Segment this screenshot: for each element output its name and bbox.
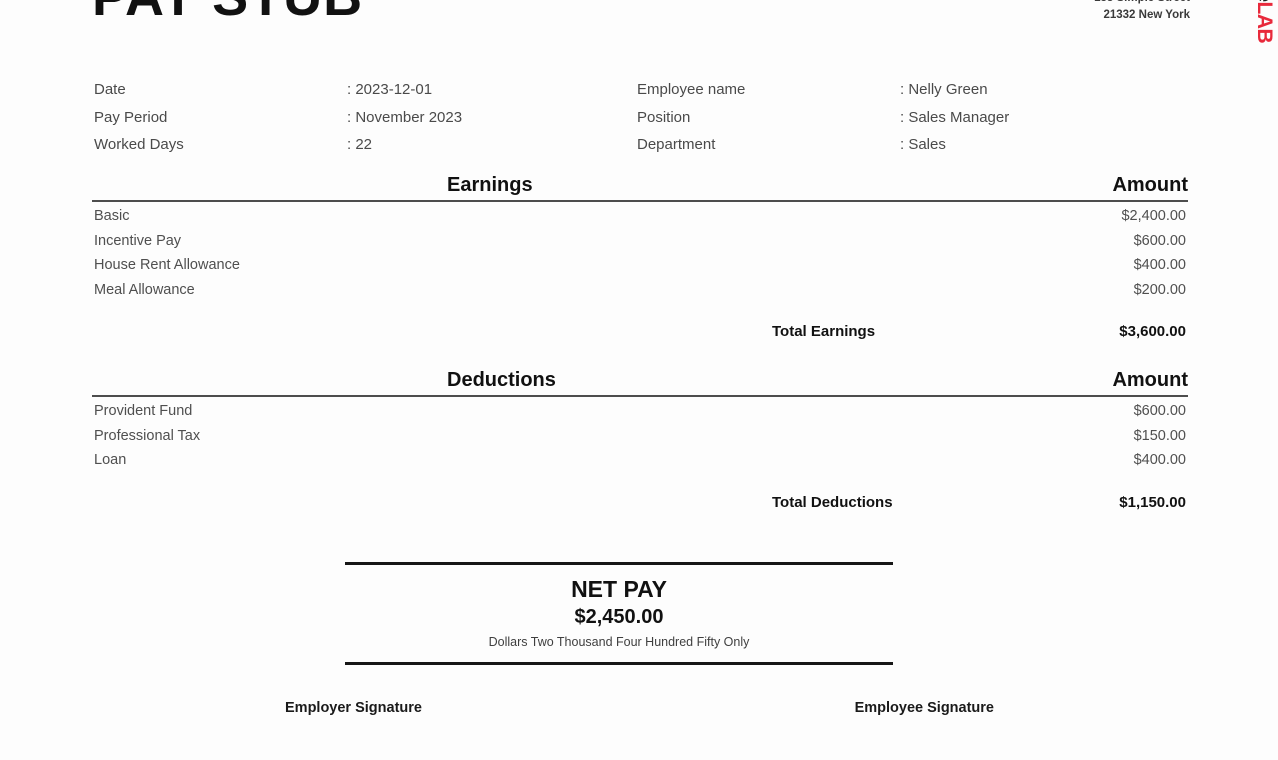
info-value-position: : Sales Manager [900,108,1010,126]
earnings-amount-header: Amount [1112,174,1188,196]
company-address-line-2: 21332 New York [1103,9,1190,21]
deductions-row-amount: $400.00 [1133,452,1186,468]
earnings-row-label: House Rent Allowance [94,257,240,273]
company-address: 155 Simple Street 21332 New York [1094,0,1190,24]
company-address-line-1: 155 Simple Street [1094,0,1190,7]
watermark-logo: akeLAB [1252,0,1276,43]
deductions-row-amount: $150.00 [1133,427,1186,444]
earnings-section: Earnings Amount Basic $2,400.00 Incentiv… [92,174,1188,340]
total-deductions-amount: $1,150.00 [1119,493,1186,511]
total-earnings-label: Total Earnings [772,323,876,340]
earnings-row-amount: $400.00 [1133,257,1186,273]
earnings-row-amount: $600.00 [1133,232,1186,249]
deductions-amount-header: Amount [1112,369,1188,391]
net-pay-amount: $2,450.00 [574,606,664,628]
total-deductions-label: Total Deductions [772,493,893,511]
earnings-divider [92,200,1188,202]
watermark-text-red: LAB [1253,1,1276,44]
deductions-section: Deductions Amount Provident Fund $600.00… [92,369,1188,511]
info-label-pay-period: Pay Period [94,108,168,126]
employee-signature-label: Employee Signature [854,700,994,716]
pay-stub-document: PAY STUB 155 Simple Street 21332 New Yor… [0,0,1278,760]
deductions-title: Deductions [447,369,556,391]
table-row: Professional Tax $150.00 [92,424,1188,449]
info-label-employee-name: Employee name [637,81,746,98]
info-value-employee-name: : Nelly Green [900,81,988,98]
employer-signature-label: Employer Signature [285,700,422,716]
table-row: Incentive Pay $600.00 [92,229,1188,254]
deductions-row-label: Professional Tax [94,427,201,444]
table-row: Provident Fund $600.00 [92,399,1188,424]
deductions-divider [92,395,1188,397]
total-earnings-row: Total Earnings $3,600.00 [92,323,1188,340]
info-value-date: : 2023-12-01 [347,81,433,98]
info-label-department: Department [637,136,716,153]
employee-info-grid: Date : 2023-12-01 Employee name : Nelly … [94,76,1184,159]
deductions-header: Deductions Amount [92,369,1188,395]
info-value-pay-period: : November 2023 [347,108,463,126]
net-pay-label: NET PAY [571,576,667,602]
earnings-row-label: Basic [94,208,130,224]
table-row: Basic $2,400.00 [92,204,1188,229]
earnings-row-amount: $200.00 [1133,281,1186,298]
deductions-row-label: Loan [94,452,127,468]
info-label-worked-days: Worked Days [94,136,184,153]
deductions-row-amount: $600.00 [1133,403,1186,419]
signature-row: Employer Signature Employee Signature [92,700,1188,716]
info-value-worked-days: : 22 [347,136,373,153]
earnings-row-label: Incentive Pay [94,232,182,249]
table-row: Meal Allowance $200.00 [92,278,1188,303]
net-pay-amount-in-words: Dollars Two Thousand Four Hundred Fifty … [488,635,750,649]
earnings-header: Earnings Amount [92,174,1188,200]
table-row: Loan $400.00 [92,448,1188,473]
earnings-row-label: Meal Allowance [94,281,195,298]
total-deductions-row: Total Deductions $1,150.00 [92,494,1188,511]
table-row: House Rent Allowance $400.00 [92,253,1188,278]
info-value-department: : Sales [900,136,946,153]
earnings-row-amount: $2,400.00 [1121,208,1186,224]
net-pay-block: NET PAY $2,450.00 Dollars Two Thousand F… [345,562,893,665]
earnings-title: Earnings [447,174,533,196]
info-label-date: Date [94,81,126,98]
total-earnings-amount: $3,600.00 [1119,323,1186,340]
info-label-position: Position [637,108,691,126]
page-title: PAY STUB [92,0,363,28]
deductions-row-label: Provident Fund [94,403,193,419]
